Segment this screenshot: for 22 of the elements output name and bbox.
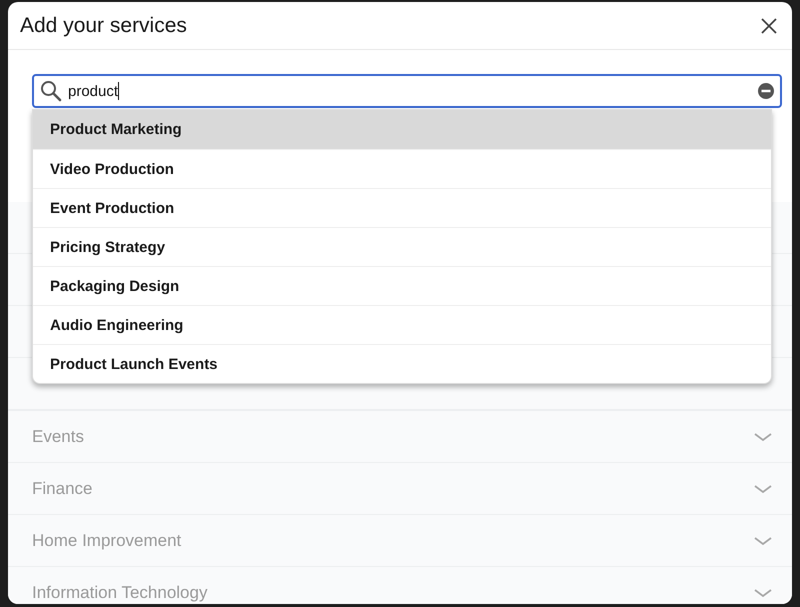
text-cursor	[118, 82, 120, 100]
chevron-icon	[754, 432, 772, 442]
suggestion-item[interactable]: Pricing Strategy	[33, 227, 771, 266]
suggestion-item[interactable]: Audio Engineering	[33, 305, 771, 344]
search-icon	[40, 80, 62, 102]
category-label: Events	[32, 426, 84, 446]
suggestion-item[interactable]: Video Production	[33, 149, 771, 188]
category-label: Finance	[32, 478, 92, 498]
clear-icon[interactable]	[758, 83, 774, 99]
suggestion-item[interactable]: Event Production	[33, 188, 771, 227]
chevron-icon	[754, 588, 772, 598]
category-label: Home Improvement	[32, 530, 182, 550]
chevron-icon	[754, 536, 772, 546]
suggestion-item[interactable]: Packaging Design	[33, 266, 771, 305]
suggestion-item[interactable]: Product Launch Events	[33, 344, 771, 383]
close-icon	[760, 16, 778, 34]
chevron-icon	[754, 484, 772, 494]
search-text: product	[68, 82, 118, 100]
search-field[interactable]: product	[32, 74, 782, 108]
suggestion-item[interactable]: Product Marketing	[33, 110, 771, 149]
dialog-title: Add your services	[20, 14, 187, 38]
category-label: Information Technology	[32, 582, 208, 602]
